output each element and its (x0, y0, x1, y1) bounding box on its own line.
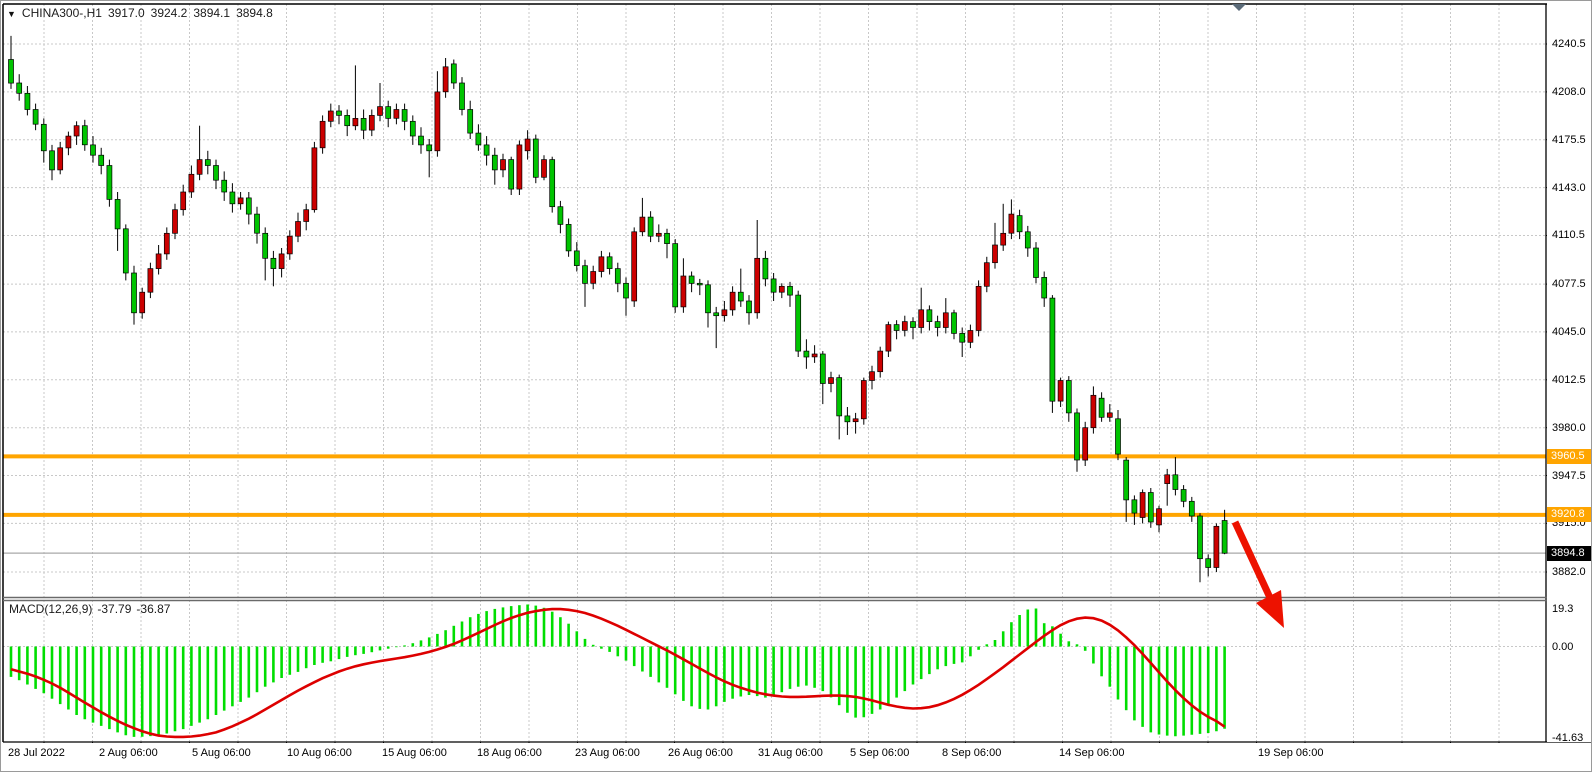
time-axis-label: 28 Jul 2022 (8, 747, 65, 759)
price-tick-label: 4240.5 (1552, 37, 1586, 51)
price-tick-label: 4175.5 (1552, 133, 1586, 147)
price-tick-label: 4045.0 (1552, 325, 1586, 339)
symbol-dropdown-icon[interactable]: ▼ (7, 9, 16, 19)
ohlc-open: 3917.0 (108, 6, 145, 20)
time-axis-label: 2 Aug 06:00 (99, 747, 158, 759)
price-tick-label: 3882.0 (1552, 565, 1586, 579)
time-axis-label: 5 Sep 06:00 (850, 747, 909, 759)
price-tick-label: 4077.5 (1552, 277, 1586, 291)
price-tick-label: 3980.0 (1552, 421, 1586, 435)
macd-main-value: -37.79 (97, 602, 131, 616)
macd-tick-label: 19.3 (1552, 602, 1573, 616)
macd-histogram (11, 605, 1225, 737)
bar-shift-marker-icon[interactable] (1232, 4, 1246, 11)
time-axis-label: 18 Aug 06:00 (477, 747, 542, 759)
time-axis-label: 19 Sep 06:00 (1258, 747, 1323, 759)
ohlc-low: 3894.1 (193, 6, 230, 20)
symbol-period-label: CHINA300-,H1 (22, 6, 102, 20)
ohlc-high: 3924.2 (151, 6, 188, 20)
time-axis-label: 26 Aug 06:00 (668, 747, 733, 759)
macd-tick-label: 0.00 (1552, 640, 1573, 654)
time-axis-label: 15 Aug 06:00 (382, 747, 447, 759)
ohlc-close: 3894.8 (236, 6, 273, 20)
price-tick-label: 4143.0 (1552, 181, 1586, 195)
price-tick-label: 4110.5 (1552, 228, 1585, 242)
price-level-badge: 3920.8 (1547, 507, 1592, 522)
price-level-badge: 3960.5 (1547, 449, 1592, 464)
candles-layer (9, 36, 1228, 582)
time-axis-label: 14 Sep 06:00 (1059, 747, 1124, 759)
price-tick-label: 4012.5 (1552, 373, 1586, 387)
time-axis-label: 8 Sep 06:00 (942, 747, 1001, 759)
chart-window: ▼ CHINA300-,H1 3917.0 3924.2 3894.1 3894.8 MA… (0, 0, 1592, 772)
price-tick-label: 4208.0 (1552, 85, 1586, 99)
trend-arrow[interactable] (1235, 522, 1284, 628)
symbol-ohlc-header: ▼ CHINA300-,H1 3917.0 3924.2 3894.1 3894.8 (7, 6, 279, 20)
time-axis-label: 23 Aug 06:00 (575, 747, 640, 759)
time-axis-label: 10 Aug 06:00 (287, 747, 352, 759)
bid-price-badge: 3894.8 (1547, 546, 1592, 561)
price-tick-label: 3947.5 (1552, 469, 1586, 483)
chart-plot[interactable] (1, 1, 1592, 772)
price-axis[interactable]: 4240.5 4208.0 4175.5 4143.0 4110.5 4077.5 4045… (1547, 1, 1592, 742)
time-axis-label: 31 Aug 06:00 (758, 747, 823, 759)
time-axis[interactable]: 28 Jul 2022 2 Aug 06:00 5 Aug 06:00 10 Aug … (1, 743, 1592, 772)
macd-signal-value: -36.87 (136, 602, 170, 616)
time-axis-label: 5 Aug 06:00 (192, 747, 251, 759)
macd-signal-line (11, 609, 1225, 737)
macd-label: MACD(12,26,9) (9, 602, 92, 616)
macd-indicator-header: MACD(12,26,9) -37.79 -36.87 (9, 602, 175, 616)
